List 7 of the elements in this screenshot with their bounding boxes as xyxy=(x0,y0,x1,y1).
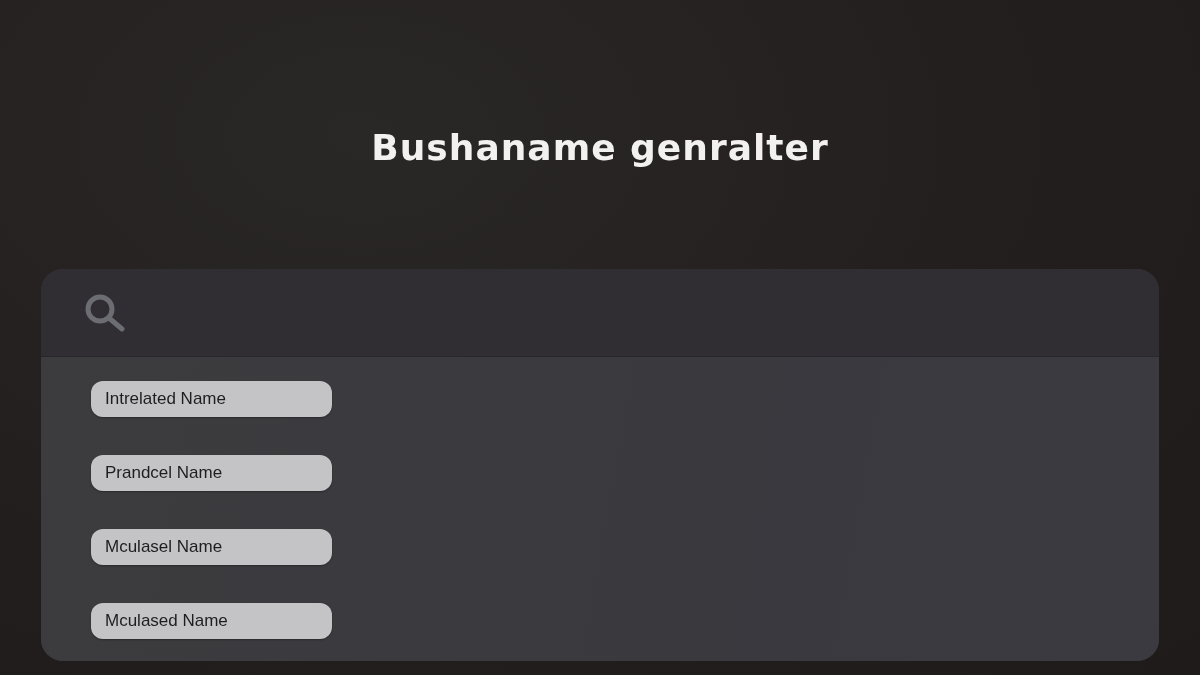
name-suggestion[interactable]: Mculasel Name xyxy=(91,529,332,565)
search-icon xyxy=(84,293,126,332)
page-title: Bushaname genralter xyxy=(371,126,829,170)
search-field[interactable] xyxy=(41,269,1159,357)
name-suggestion[interactable]: Prandcel Name xyxy=(91,455,332,491)
name-suggestion[interactable]: Mculased Name xyxy=(91,603,332,639)
name-suggestion[interactable]: Intrelated Name xyxy=(91,381,332,417)
